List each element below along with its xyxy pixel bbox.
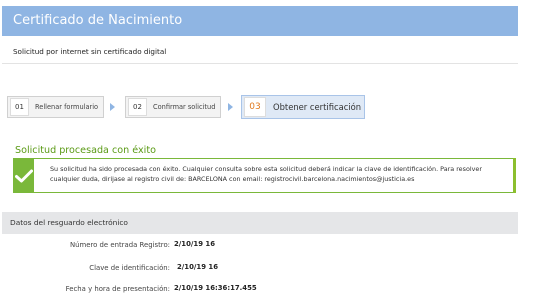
- clave-identificacion-label: Clave de identificación:: [89, 264, 170, 272]
- clave-identificacion-value: 2/10/19 16: [177, 263, 218, 271]
- step-arrow-icon: [110, 103, 115, 111]
- resguardo-section-header: Datos del resguardo electrónico: [2, 212, 518, 234]
- numero-entrada-value: 2/10/19 16: [174, 240, 215, 248]
- resguardo-title: Datos del resguardo electrónico: [10, 218, 128, 227]
- step-3-obtener-certificacion: 03 Obtener certificación: [241, 95, 365, 119]
- subheader-text: Solicitud por internet sin certificado d…: [13, 47, 167, 56]
- step-2-confirmar-solicitud: 02 Confirmar solicitud: [125, 96, 221, 118]
- step-1-number: 01: [10, 98, 29, 116]
- step-3-number: 03: [244, 97, 266, 117]
- page-title: Certificado de Nacimiento: [13, 13, 183, 28]
- success-title: Solicitud procesada con éxito: [15, 145, 156, 156]
- subheader: Solicitud por internet sin certificado d…: [2, 40, 518, 64]
- step-3-label: Obtener certificación: [273, 102, 362, 112]
- numero-entrada-label: Número de entrada Registro:: [69, 241, 170, 249]
- check-icon: [14, 159, 34, 192]
- page-title-bar: Certificado de Nacimiento: [2, 6, 518, 36]
- step-arrow-icon: [228, 103, 233, 111]
- step-1-label: Rellenar formulario: [35, 103, 99, 111]
- step-1-rellenar-formulario: 01 Rellenar formulario: [7, 96, 104, 118]
- step-2-label: Confirmar solicitud: [153, 103, 216, 111]
- fecha-hora-value: 2/10/19 16:36:17.455: [174, 284, 257, 292]
- success-alert: Su solicitud ha sido procesada con éxito…: [13, 158, 515, 193]
- fecha-hora-label: Fecha y hora de presentación:: [65, 285, 170, 293]
- success-message: Su solicitud ha sido procesada con éxito…: [49, 165, 482, 183]
- step-2-number: 02: [128, 98, 147, 116]
- success-accent-stripe: [513, 158, 516, 193]
